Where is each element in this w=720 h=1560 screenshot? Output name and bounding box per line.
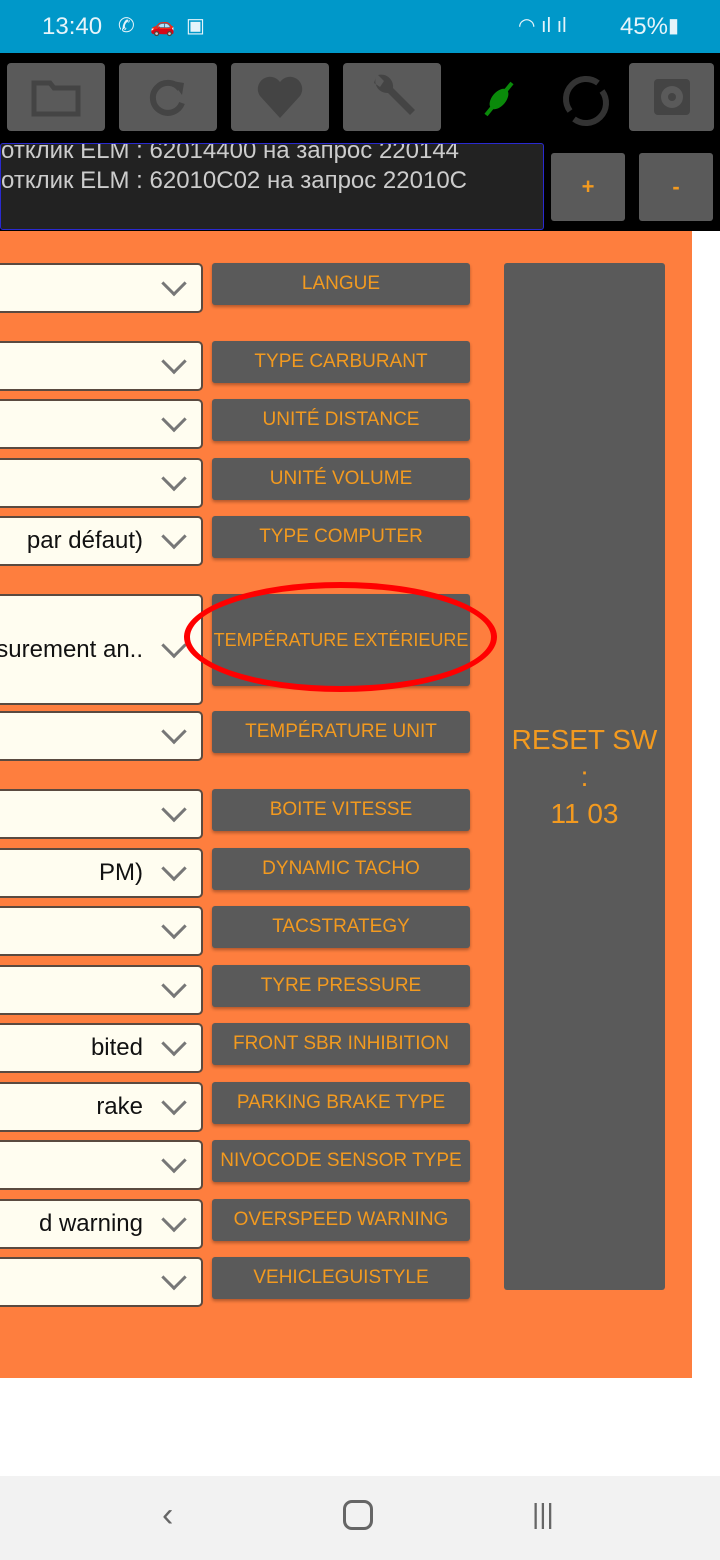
car-lock-icon: 🚗	[150, 15, 175, 37]
chevron-down-icon	[161, 348, 187, 375]
option-select[interactable]: par défaut)	[0, 516, 203, 566]
setting-button[interactable]: NIVOCODE SENSOR TYPE	[212, 1140, 470, 1182]
image-icon: ▣	[186, 15, 205, 37]
option-select[interactable]	[0, 399, 203, 449]
select-value: par défaut)	[26, 527, 143, 554]
elm-log: отклик ELM : 62014400 на запрос 220144 о…	[0, 143, 544, 230]
chevron-down-icon	[161, 1264, 187, 1291]
setting-button[interactable]: FRONT SBR INHIBITION	[212, 1023, 470, 1065]
heart-icon	[257, 76, 303, 118]
option-select[interactable]	[0, 711, 203, 761]
option-select[interactable]	[0, 789, 203, 839]
option-select[interactable]	[0, 906, 203, 956]
chevron-down-icon	[161, 855, 187, 882]
battery-level: 45%	[619, 13, 668, 40]
log-line: отклик ELM : 62014400 на запрос 220144	[1, 143, 460, 164]
option-select[interactable]: bited	[0, 1023, 203, 1073]
chevron-down-icon	[161, 406, 187, 433]
call-icon: ✆	[118, 15, 135, 37]
chevron-down-icon	[161, 632, 187, 658]
wifi-signal-icon: ◠ ıl ıl	[518, 15, 567, 37]
clock: 13:40	[42, 13, 103, 40]
setting-button[interactable]: TYPE COMPUTER	[212, 516, 470, 558]
plug-connected-icon[interactable]	[478, 77, 520, 119]
toolbar: отклик ELM : 62014400 на запрос 220144 о…	[0, 53, 720, 231]
option-select[interactable]: rake	[0, 1082, 203, 1132]
option-select[interactable]	[0, 965, 203, 1015]
nav-bar: ‹ |||	[0, 1476, 720, 1560]
back-icon[interactable]: ‹	[162, 1496, 173, 1535]
setting-button[interactable]: TYPE CARBURANT	[212, 341, 470, 383]
setting-button[interactable]: VEHICLEGUISTYLE	[212, 1257, 470, 1299]
setting-button[interactable]: PARKING BRAKE TYPE	[212, 1082, 470, 1124]
reset-sw-button[interactable]: RESET SW : 11 03	[504, 263, 665, 1290]
recent-apps-icon[interactable]: |||	[532, 1498, 554, 1530]
option-select[interactable]	[0, 1257, 203, 1307]
select-value: PM)	[99, 859, 143, 886]
setting-button[interactable]: LANGUE	[212, 263, 470, 305]
chevron-down-icon	[161, 270, 187, 297]
settings-panel: LANGUE TYPE CARBURANT UNITÉ DISTANCE UNITÉ …	[0, 231, 692, 1378]
favorite-button[interactable]	[231, 63, 329, 131]
folder-icon	[31, 80, 81, 117]
chevron-down-icon	[161, 1147, 187, 1174]
chevron-down-icon	[161, 718, 187, 745]
option-select[interactable]	[0, 263, 203, 313]
setting-button[interactable]: TYRE PRESSURE	[212, 965, 470, 1007]
setting-button[interactable]: UNITÉ DISTANCE	[212, 399, 470, 441]
status-bar: 13:40 ✆ 🚗 ▣ ◠ ıl ıl 45% ▮	[0, 0, 720, 53]
log-line: отклик ELM : 62010C02 на запрос 22010C	[1, 167, 467, 194]
chevron-down-icon	[161, 972, 187, 999]
chevron-down-icon	[161, 913, 187, 940]
settings-button[interactable]	[629, 63, 714, 131]
chevron-down-icon	[161, 1206, 187, 1233]
battery-icon: ▮	[668, 15, 680, 37]
sync-icon[interactable]	[558, 71, 614, 131]
wrench-icon	[374, 74, 415, 115]
setting-button[interactable]: TACSTRATEGY	[212, 906, 470, 948]
home-icon[interactable]	[343, 1500, 373, 1530]
setting-button[interactable]: UNITÉ VOLUME	[212, 458, 470, 500]
setting-button[interactable]: BOITE VITESSE	[212, 789, 470, 831]
reset-label: RESET SW :	[511, 724, 658, 792]
folder-button[interactable]	[7, 63, 105, 131]
chevron-down-icon	[161, 465, 187, 492]
option-select[interactable]	[0, 341, 203, 391]
reset-value: 11 03	[550, 798, 619, 829]
setting-button[interactable]: TEMPÉRATURE UNIT	[212, 711, 470, 753]
select-value: rake	[96, 1093, 143, 1120]
refresh-button[interactable]	[119, 63, 217, 131]
tools-button[interactable]	[343, 63, 441, 131]
settings-icon	[653, 79, 690, 115]
zoom-in-button[interactable]: +	[551, 153, 625, 221]
setting-button[interactable]: TEMPÉRATURE EXTÉRIEURE	[212, 594, 470, 686]
chevron-down-icon	[161, 1089, 187, 1116]
option-select[interactable]: d warning	[0, 1199, 203, 1249]
setting-button[interactable]: DYNAMIC TACHO	[212, 848, 470, 890]
option-select[interactable]	[0, 1140, 203, 1190]
select-value: easurement an..	[0, 635, 143, 663]
option-select[interactable]	[0, 458, 203, 508]
chevron-down-icon	[161, 796, 187, 823]
option-select[interactable]: PM)	[0, 848, 203, 898]
select-value: d warning	[38, 1210, 143, 1237]
zoom-out-button[interactable]: -	[639, 153, 713, 221]
option-select[interactable]: easurement an..	[0, 594, 203, 705]
chevron-down-icon	[161, 1030, 187, 1057]
setting-button[interactable]: OVERSPEED WARNING	[212, 1199, 470, 1241]
select-value: bited	[90, 1034, 143, 1061]
refresh-icon	[149, 79, 185, 116]
chevron-down-icon	[161, 523, 187, 550]
